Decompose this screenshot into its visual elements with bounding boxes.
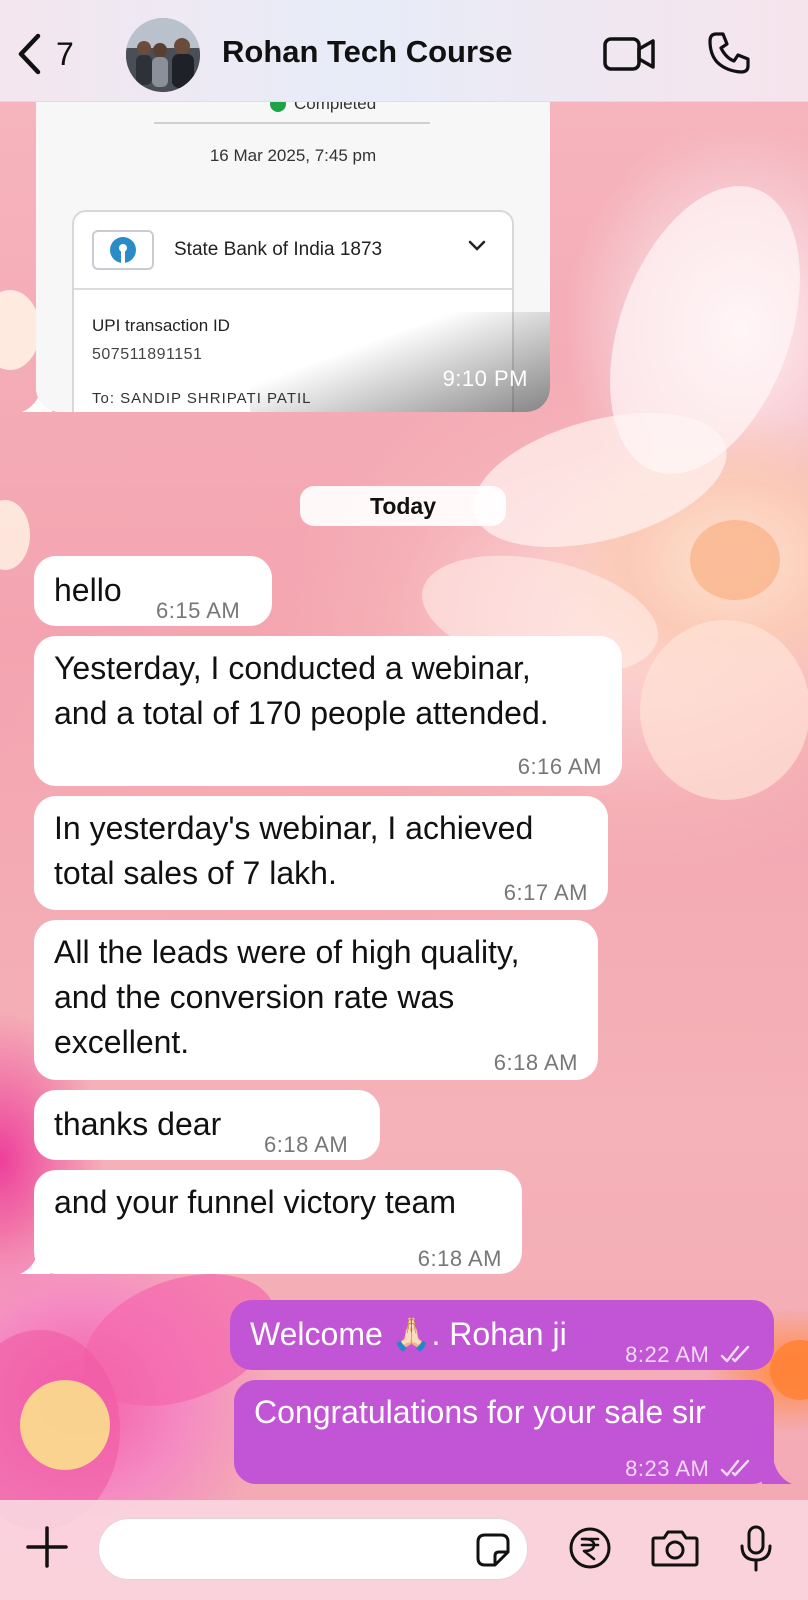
message-bubble-incoming[interactable]: In yesterday's webinar, I achieved total… (34, 796, 608, 910)
message-status: 8:23 AM (625, 1446, 754, 1491)
image-message[interactable]: Completed 16 Mar 2025, 7:45 pm State Ban… (36, 100, 550, 412)
bank-row: State Bank of India 1873 (74, 212, 512, 290)
message-time: 8:22 AM (625, 1342, 710, 1367)
message-bubble-incoming[interactable]: hello 6:15 AM (34, 556, 272, 626)
message-text: Congratulations for your sale sir (254, 1394, 706, 1430)
divider (154, 122, 430, 124)
plus-icon (26, 1526, 68, 1568)
message-time: 8:23 AM (625, 1456, 710, 1481)
double-check-icon (720, 1345, 750, 1363)
message-time: 6:18 AM (264, 1132, 349, 1157)
video-camera-icon (603, 37, 655, 71)
microphone-icon (740, 1525, 772, 1572)
message-bubble-outgoing[interactable]: Congratulations for your sale sir 8:23 A… (234, 1380, 774, 1484)
camera-button[interactable] (650, 1528, 700, 1573)
composer-bar (0, 1500, 808, 1600)
sticker-icon (476, 1533, 510, 1567)
back-button[interactable]: 7 (16, 30, 74, 78)
sbi-logo-icon (92, 230, 154, 270)
message-time: 6:18 AM (417, 1246, 502, 1271)
video-call-button[interactable] (602, 34, 656, 79)
message-time: 6:16 AM (517, 754, 602, 779)
date-separator: Today (300, 486, 506, 526)
message-text: hello (54, 572, 122, 608)
message-text: thanks dear (54, 1106, 222, 1142)
message-input-container[interactable] (98, 1518, 528, 1580)
message-bubble-incoming[interactable]: thanks dear 6:18 AM (34, 1090, 380, 1160)
chevron-down-icon (468, 240, 486, 251)
rupee-icon (569, 1527, 611, 1569)
message-text: total sales of 7 lakh. (54, 855, 337, 891)
chevron-left-icon (18, 33, 41, 75)
message-input[interactable] (119, 1533, 449, 1567)
avatar[interactable] (126, 18, 200, 92)
payment-button[interactable] (568, 1526, 612, 1575)
message-text: Welcome 🙏🏻. Rohan ji (250, 1316, 567, 1352)
message-time: 9:10 PM (442, 366, 528, 391)
chat-title[interactable]: Rohan Tech Course (222, 34, 513, 70)
payment-date: 16 Mar 2025, 7:45 pm (209, 146, 377, 165)
camera-icon (651, 1530, 699, 1567)
phone-icon (708, 32, 750, 74)
message-text: and the conversion rate was (54, 979, 455, 1015)
message-bubble-outgoing[interactable]: Welcome 🙏🏻. Rohan ji 8:22 AM (230, 1300, 774, 1370)
voice-message-button[interactable] (738, 1524, 774, 1579)
message-text: All the leads were of high quality, (54, 934, 520, 970)
message-text: and your funnel victory team (54, 1184, 456, 1220)
message-text: excellent. (54, 1024, 190, 1060)
message-text: and a total of 170 people attended. (54, 695, 549, 731)
voice-call-button[interactable] (706, 30, 752, 81)
double-check-icon (720, 1459, 750, 1477)
message-status: 8:22 AM (625, 1332, 754, 1377)
message-bubble-incoming[interactable]: All the leads were of high quality, and … (34, 920, 598, 1080)
chat-header: 7 Rohan Tech Course (0, 0, 808, 102)
message-time: 6:15 AM (156, 598, 241, 623)
bank-name: State Bank of India 1873 (174, 239, 383, 260)
message-time: 6:18 AM (493, 1050, 578, 1075)
upi-label: UPI transaction ID (92, 316, 230, 335)
sticker-button[interactable] (475, 1532, 511, 1573)
message-bubble-incoming[interactable]: and your funnel victory team 6:18 AM (34, 1170, 522, 1274)
upi-id: 507511891151 (92, 346, 203, 363)
unread-count: 7 (56, 35, 74, 72)
message-text: In yesterday's webinar, I achieved (54, 810, 534, 846)
attach-button[interactable] (24, 1524, 70, 1575)
message-text: Yesterday, I conducted a webinar, (54, 650, 531, 686)
message-bubble-incoming[interactable]: Yesterday, I conducted a webinar, and a … (34, 636, 622, 786)
message-time: 6:17 AM (503, 880, 588, 905)
payment-status: Completed (270, 100, 376, 114)
